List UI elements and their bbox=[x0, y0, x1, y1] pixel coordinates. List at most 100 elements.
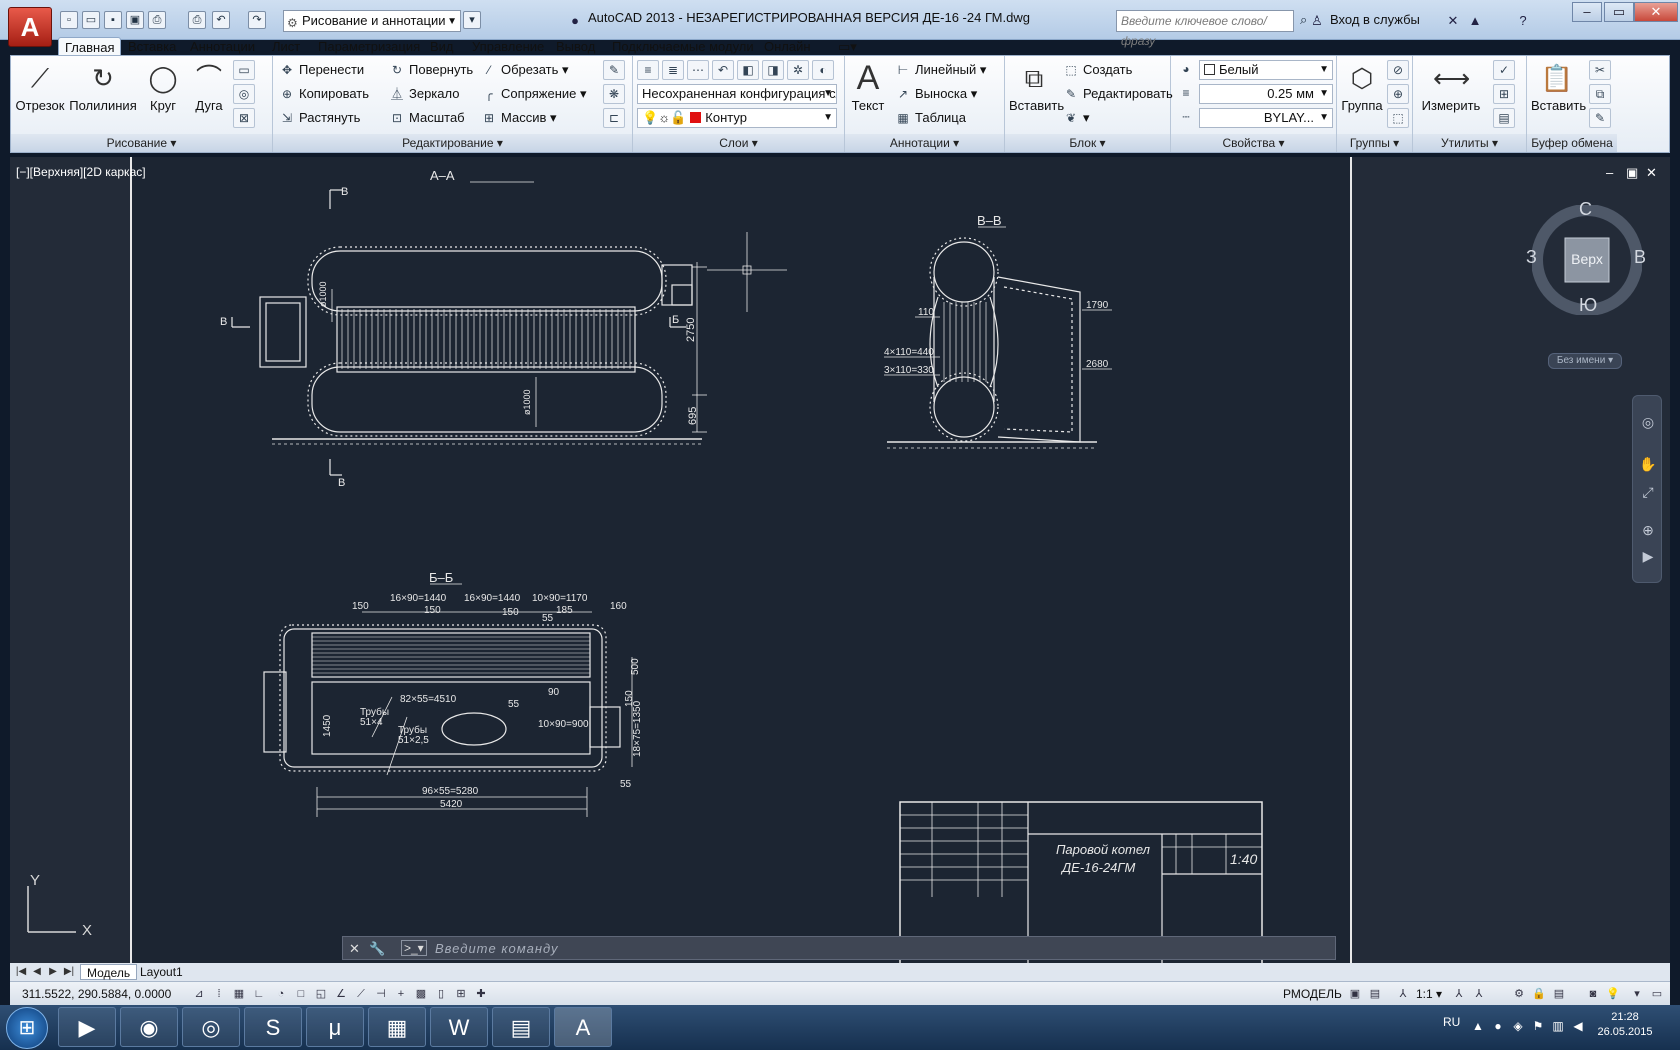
next-tab-icon[interactable]: ▶ bbox=[46, 965, 60, 979]
prev-tab-icon[interactable]: ◀ bbox=[30, 965, 44, 979]
ortho-icon[interactable]: ∟ bbox=[250, 985, 268, 1003]
stretch-button[interactable]: ⇲ Растянуть bbox=[279, 108, 360, 128]
array-button[interactable]: ⊞ Массив ▾ bbox=[481, 108, 557, 128]
grid-icon[interactable]: ▦ bbox=[230, 985, 248, 1003]
calculator-icon[interactable]: ▤ bbox=[1493, 108, 1515, 128]
save-icon[interactable]: ▪ bbox=[104, 11, 122, 29]
layer-dropdown[interactable]: 💡☼🔓 Контур ▼ bbox=[637, 108, 837, 128]
tab-annotate[interactable]: Аннотации bbox=[184, 37, 261, 56]
lineweight-toggle-icon[interactable]: + bbox=[392, 985, 410, 1003]
viewcube-north[interactable]: С bbox=[1579, 199, 1592, 220]
scale-button[interactable]: ⊡ Масштаб bbox=[389, 108, 465, 128]
quick-view-layouts-icon[interactable]: ▣ bbox=[1346, 985, 1364, 1003]
viewport-minimize-button[interactable]: – bbox=[1606, 165, 1613, 180]
tab-parametric[interactable]: Параметризация bbox=[312, 37, 426, 56]
annotation-monitor-icon[interactable]: ✚ bbox=[472, 985, 490, 1003]
groups-panel-title[interactable]: Группы ▾ bbox=[1337, 134, 1412, 152]
viewport-close-button[interactable]: ✕ bbox=[1646, 165, 1657, 181]
autocad-taskbar-icon[interactable]: A bbox=[554, 1007, 612, 1047]
volume-icon[interactable]: ◀ bbox=[1570, 1019, 1586, 1033]
layer-match-icon[interactable]: ⋯ bbox=[687, 60, 709, 80]
tab-model[interactable]: Модель bbox=[80, 964, 138, 980]
viewcube-east[interactable]: В bbox=[1634, 247, 1646, 268]
layer-unisolate-icon[interactable]: ◨ bbox=[762, 60, 784, 80]
viewport-restore-button[interactable]: ▣ bbox=[1626, 165, 1638, 181]
tab-layout1[interactable]: Layout1 bbox=[134, 964, 189, 980]
clipboard-panel-title[interactable]: Буфер обмена bbox=[1527, 134, 1617, 152]
quick-view-drawings-icon[interactable]: ▤ bbox=[1366, 985, 1384, 1003]
circle-button[interactable]: ◯ Круг bbox=[143, 60, 183, 113]
user-icon[interactable]: ♙ bbox=[1308, 12, 1326, 30]
steam-icon[interactable]: ◎ bbox=[182, 1007, 240, 1047]
wrench-icon[interactable]: 🔧 bbox=[369, 941, 385, 957]
first-tab-icon[interactable]: |◀ bbox=[14, 965, 28, 979]
match-properties-icon[interactable]: ◕ bbox=[1175, 60, 1197, 80]
layer-state-dropdown[interactable]: Несохраненная конфигурация слоев▼ bbox=[637, 84, 837, 104]
signin-link[interactable]: Вход в службы bbox=[1330, 12, 1420, 27]
block-panel-title[interactable]: Блок ▾ bbox=[1005, 134, 1170, 152]
tray-expand-icon[interactable]: ▲ bbox=[1470, 1019, 1486, 1033]
status-menu-icon[interactable]: ▾ bbox=[1628, 985, 1646, 1003]
save-as-icon[interactable]: ▣ bbox=[126, 11, 144, 29]
leader-button[interactable]: ↗ Выноска ▾ bbox=[895, 84, 977, 104]
plot-publish-icon[interactable]: ⎙ bbox=[148, 11, 166, 29]
exchange-icon[interactable]: ✕ bbox=[1444, 12, 1462, 30]
erase-icon[interactable]: ✎ bbox=[603, 60, 625, 80]
tray-app-icon[interactable]: ● bbox=[1490, 1019, 1506, 1033]
snap-icon[interactable]: ⁞ bbox=[210, 985, 228, 1003]
annotation-scale-icon[interactable]: ⅄ bbox=[1394, 985, 1412, 1003]
ducs-icon[interactable]: ⟋ bbox=[352, 985, 370, 1003]
clock[interactable]: 21:28 26.05.2015 bbox=[1596, 1010, 1654, 1040]
command-input[interactable]: Введите команду bbox=[435, 941, 559, 956]
copy-button[interactable]: ⊕ Копировать bbox=[279, 84, 369, 104]
new-icon[interactable]: ▫ bbox=[60, 11, 78, 29]
tab-home[interactable]: Главная bbox=[58, 37, 122, 56]
calculator-taskbar-icon[interactable]: ▦ bbox=[368, 1007, 426, 1047]
tab-plugins[interactable]: Подключаемые модули bbox=[606, 37, 760, 56]
properties-panel-title[interactable]: Свойства ▾ bbox=[1171, 134, 1336, 152]
dyn-icon[interactable]: ⊣ bbox=[372, 985, 390, 1003]
viewport-label[interactable]: [−][Верхняя][2D каркас] bbox=[16, 165, 146, 179]
undo-icon[interactable]: ↶ bbox=[212, 11, 230, 29]
qat-customize-icon[interactable]: ▾ bbox=[463, 11, 481, 29]
match-icon[interactable]: ✎ bbox=[1589, 108, 1611, 128]
layer-off-icon[interactable]: ◐ bbox=[812, 60, 834, 80]
utilities-panel-title[interactable]: Утилиты ▾ bbox=[1413, 134, 1526, 152]
line-button[interactable]: ⟋ Отрезок bbox=[15, 60, 65, 113]
table-button[interactable]: ▦ Таблица bbox=[895, 108, 966, 128]
rectangle-icon[interactable]: ▭ bbox=[233, 60, 255, 80]
move-button[interactable]: ✥ Перенести bbox=[279, 60, 364, 80]
ucs-dropdown[interactable]: Без имени ▾ bbox=[1548, 353, 1622, 369]
showmotion-icon[interactable]: ▶ bbox=[1638, 548, 1658, 568]
language-indicator[interactable]: RU bbox=[1443, 1015, 1460, 1029]
layer-state-icon[interactable]: ≣ bbox=[662, 60, 684, 80]
auto-scale-icon[interactable]: ⅄ bbox=[1470, 985, 1488, 1003]
viewcube-south[interactable]: Ю bbox=[1579, 295, 1597, 316]
annotation-visibility-icon[interactable]: ⅄ bbox=[1450, 985, 1468, 1003]
workspace-switch-icon[interactable]: ⚙ bbox=[1510, 985, 1528, 1003]
autodesk-app-icon[interactable]: ▲ bbox=[1466, 12, 1484, 30]
paste-button[interactable]: 📋 Вставить bbox=[1531, 60, 1586, 113]
media-player-icon[interactable]: ▶ bbox=[58, 1007, 116, 1047]
quick-properties-icon[interactable]: ▯ bbox=[432, 985, 450, 1003]
rotate-button[interactable]: ↻ Повернуть bbox=[389, 60, 473, 80]
lineweight-dropdown[interactable]: 0.25 мм ▼ bbox=[1199, 84, 1333, 104]
last-tab-icon[interactable]: ▶| bbox=[62, 965, 76, 979]
ribbon-options-icon[interactable]: ▭▾ bbox=[832, 37, 863, 56]
drawing-sheet[interactable]: А–А В–В Б–Б В В В Б 2750 695 ø1000 ø1000… bbox=[130, 157, 1352, 966]
edit-block-button[interactable]: ✎ Редактировать bbox=[1063, 84, 1173, 104]
lightbulb-icon[interactable]: 💡 bbox=[1604, 985, 1622, 1003]
linear-dim-button[interactable]: ⊢ Линейный ▾ bbox=[895, 60, 987, 80]
layer-freeze-icon[interactable]: ✲ bbox=[787, 60, 809, 80]
group-button[interactable]: ⬡ Группа bbox=[1339, 60, 1385, 113]
selection-cycling-icon[interactable]: ⊞ bbox=[452, 985, 470, 1003]
tab-output[interactable]: Вывод bbox=[550, 37, 601, 56]
search-input[interactable]: Введите ключевое слово/фразу bbox=[1116, 10, 1294, 48]
layer-properties-icon[interactable]: ≡ bbox=[637, 60, 659, 80]
isolate-objects-icon[interactable]: ◙ bbox=[1584, 985, 1602, 1003]
maximize-button[interactable]: ▭ bbox=[1604, 2, 1634, 22]
insert-block-button[interactable]: ⧉ Вставить bbox=[1009, 60, 1064, 113]
arc-button[interactable]: ⌒ Дуга bbox=[189, 60, 229, 113]
tray-autodesk-icon[interactable]: ◈ bbox=[1510, 1019, 1526, 1033]
layers-panel-title[interactable]: Слои ▾ bbox=[633, 134, 844, 152]
